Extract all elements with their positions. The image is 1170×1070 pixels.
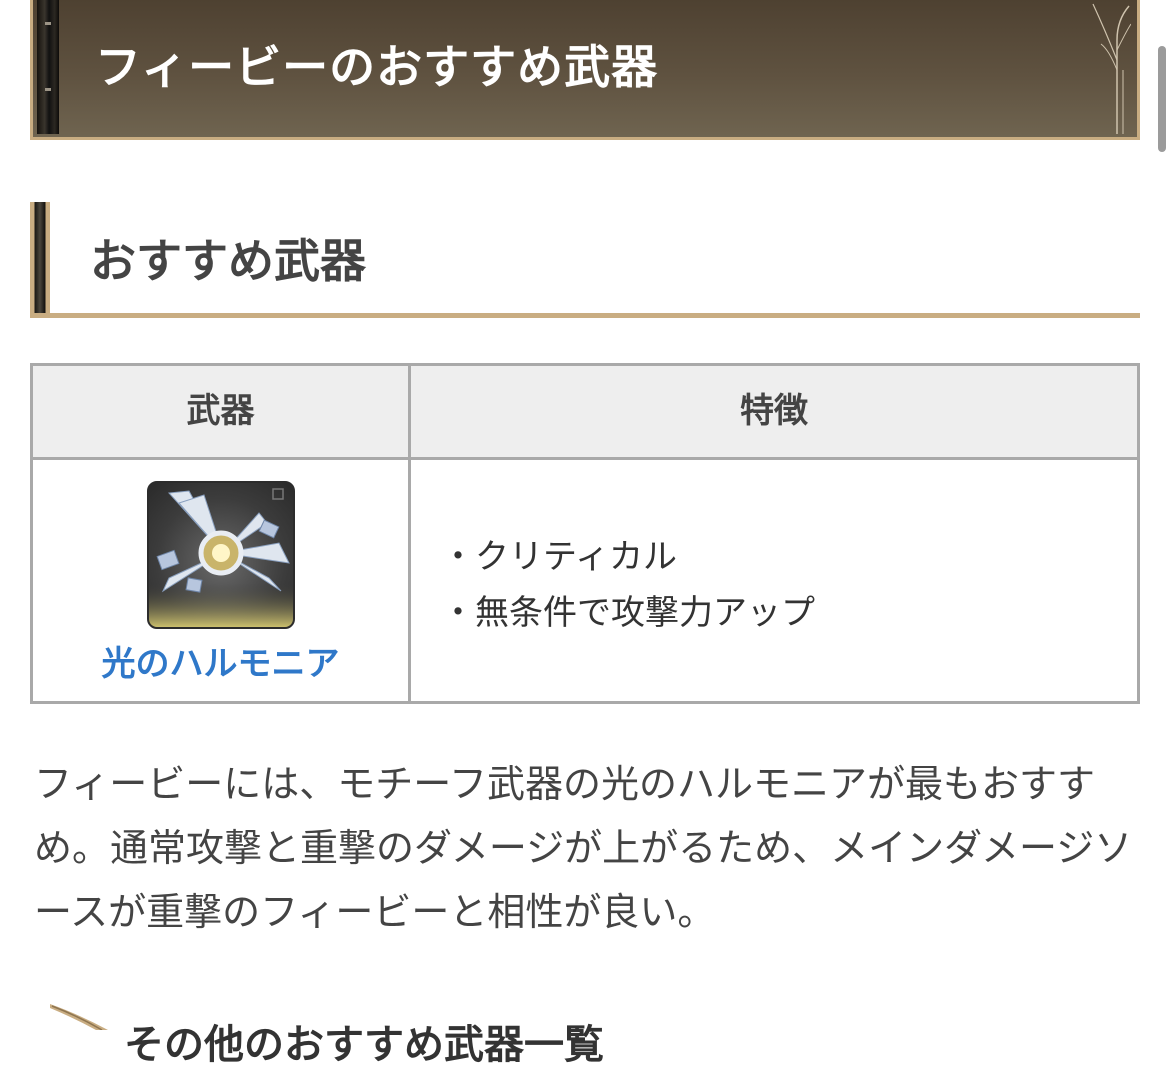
- subsection-heading: おすすめ武器: [30, 202, 1140, 318]
- subsection-title: おすすめ武器: [90, 234, 366, 288]
- other-weapons-heading: その他のおすすめ武器一覧: [124, 1022, 604, 1068]
- feature-item: ・クリティカル: [441, 537, 677, 577]
- branch-ornament-icon: [1092, 3, 1131, 134]
- weapon-table: 武器 特徴 光のハルモニア ・クリティカル ・無条件で攻撃力アップ: [30, 363, 1140, 704]
- pillar-ornament-icon: [37, 0, 59, 134]
- weapon-artwork-icon: [149, 488, 293, 627]
- weapon-image[interactable]: [147, 481, 295, 629]
- pillar-ornament-icon: [30, 202, 50, 313]
- recommendation-text: フィービーには、モチーフ武器の光のハルモニアが最もおすすめ。通常攻撃と重撃のダメ…: [34, 762, 1133, 934]
- column-header-feature: 特徴: [740, 391, 808, 431]
- feature-list: ・クリティカル ・無条件で攻撃力アップ: [441, 529, 815, 641]
- feature-item: ・無条件で攻撃力アップ: [441, 593, 815, 633]
- section-title: フィービーのおすすめ武器: [95, 40, 659, 94]
- page-scrollbar[interactable]: [1158, 46, 1166, 152]
- quill-ornament-icon: [50, 1004, 108, 1030]
- section-banner: フィービーのおすすめ武器: [30, 0, 1140, 140]
- weapon-link[interactable]: 光のハルモニア: [33, 636, 408, 685]
- column-header-weapon: 武器: [186, 391, 255, 431]
